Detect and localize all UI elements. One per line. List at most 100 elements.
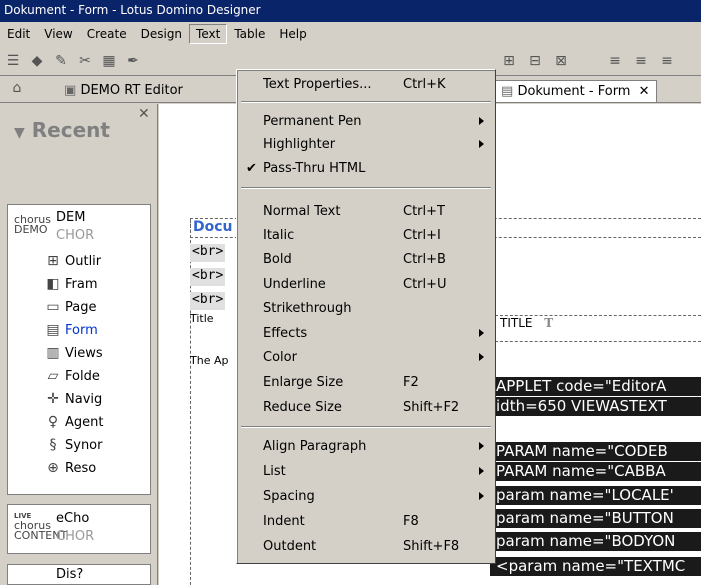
tab-dokument-form[interactable]: ▤ Dokument - Form ✕ xyxy=(494,80,657,102)
close-icon[interactable]: ✕ xyxy=(639,84,650,99)
menu-item-permanent-pen[interactable]: Permanent Pen xyxy=(237,111,495,133)
tab-label: DEMO RT Editor xyxy=(80,83,183,98)
form-icon: ▤ xyxy=(501,84,514,99)
expand-icon: ⊕ xyxy=(47,460,59,476)
page-icon: ▭ xyxy=(46,299,60,315)
menu-separator xyxy=(241,101,491,103)
submenu-arrow-icon xyxy=(479,117,484,125)
folder-icon: ▱ xyxy=(47,368,59,384)
sidebar-item-resources[interactable]: ⊕ Reso xyxy=(44,459,96,477)
pass-thru-line[interactable]: <br> xyxy=(190,268,226,286)
close-icon[interactable]: ✕ xyxy=(138,106,150,122)
menu-item-normal-text[interactable]: Normal Text Ctrl+T xyxy=(237,201,495,223)
code-line[interactable]: PARAM name="CODEB xyxy=(490,442,701,461)
menu-item-highlighter[interactable]: Highlighter xyxy=(237,134,495,156)
submenu-arrow-icon xyxy=(479,140,484,148)
synopsis-icon: § xyxy=(49,437,57,453)
tab-label: Dokument - Form xyxy=(517,84,631,99)
divider xyxy=(495,341,701,342)
menu-item-reduce-size[interactable]: Reduce Size Shift+F2 xyxy=(237,397,495,419)
text-field-icon: T xyxy=(544,316,554,330)
database-subtitle: CHOR xyxy=(56,529,95,544)
menu-item-underline[interactable]: Underline Ctrl+U xyxy=(237,274,495,296)
menu-item-enlarge-size[interactable]: Enlarge Size F2 xyxy=(237,372,495,394)
database-title[interactable]: eCho xyxy=(56,511,89,526)
code-line[interactable]: PARAM name="CABBA xyxy=(490,462,701,481)
menu-item-indent[interactable]: Indent F8 xyxy=(237,511,495,533)
menu-text[interactable]: Text xyxy=(189,24,228,44)
sidebar-item-outline[interactable]: ⊞ Outlir xyxy=(44,252,101,270)
sidebar-item-form[interactable]: ▤ Form xyxy=(44,321,97,339)
sidebar-item-page[interactable]: ▭ Page xyxy=(44,298,96,316)
code-line[interactable]: param name="BUTTON xyxy=(490,509,701,528)
applet-label: The Ap xyxy=(190,354,229,367)
tab-demo-rt-editor[interactable]: ▣ DEMO RT Editor xyxy=(58,80,189,102)
menu-separator xyxy=(241,426,491,428)
sidebar-item-folders[interactable]: ▱ Folde xyxy=(44,367,100,385)
image-icon[interactable]: ▦ xyxy=(100,53,118,69)
tools-icon[interactable]: ✂ xyxy=(76,53,94,69)
sidebar-item-navigators[interactable]: ✛ Navig xyxy=(44,390,102,408)
sidebar-item-synopsis[interactable]: § Synor xyxy=(44,436,103,454)
checkmark-icon: ✔ xyxy=(246,161,257,176)
menu-bar: Edit View Create Design Text Table Help xyxy=(0,22,701,46)
code-line[interactable]: <param name="TEXTMC xyxy=(490,557,701,576)
sidebar-item-agents[interactable]: ♀ Agent xyxy=(44,413,104,431)
outline-icon: ⊞ xyxy=(47,253,59,269)
menu-item-spacing[interactable]: Spacing xyxy=(237,486,495,508)
submenu-arrow-icon xyxy=(479,467,484,475)
database-icon: ▣ xyxy=(64,83,77,98)
window-title: Dokument - Form - Lotus Domino Designer xyxy=(4,3,261,17)
title-field[interactable]: TITLE T xyxy=(500,316,553,330)
menu-separator xyxy=(241,187,491,189)
insert-column-icon[interactable]: ⊟ xyxy=(526,53,544,69)
menu-item-effects[interactable]: Effects xyxy=(237,323,495,345)
sidebar-item-frameset[interactable]: ◧ Fram xyxy=(44,275,97,293)
menu-item-strikethrough[interactable]: Strikethrough xyxy=(237,298,495,320)
home-icon[interactable]: ⌂ xyxy=(8,80,26,96)
list-icon[interactable]: ☰ xyxy=(4,53,22,69)
sidebar-item-views[interactable]: ▥ Views xyxy=(44,344,102,362)
menu-view[interactable]: View xyxy=(37,24,79,44)
menu-create[interactable]: Create xyxy=(80,24,134,44)
recent-label: Recent xyxy=(31,118,110,142)
menu-item-outdent[interactable]: Outdent Shift+F8 xyxy=(237,536,495,558)
text-menu-dropdown: Text Properties... Ctrl+K Permanent Pen H… xyxy=(236,69,496,564)
align-left-icon[interactable]: ≡ xyxy=(606,53,624,69)
code-line[interactable]: param name="BODYON xyxy=(490,532,701,551)
pass-thru-line[interactable]: <br> xyxy=(190,244,226,262)
menu-edit[interactable]: Edit xyxy=(0,24,37,44)
menu-item-pass-thru-html[interactable]: ✔ Pass-Thru HTML xyxy=(237,158,495,180)
triangle-down-icon: ▼ xyxy=(14,125,25,141)
database-subtitle: CHOR xyxy=(56,228,95,243)
align-right-icon[interactable]: ≡ xyxy=(658,53,676,69)
menu-design[interactable]: Design xyxy=(134,24,189,44)
menu-item-text-properties[interactable]: Text Properties... Ctrl+K xyxy=(237,74,495,96)
form-icon: ▤ xyxy=(46,322,60,338)
menu-item-align-paragraph[interactable]: Align Paragraph xyxy=(237,436,495,458)
menu-item-bold[interactable]: Bold Ctrl+B xyxy=(237,249,495,271)
document-heading-text: Docu xyxy=(193,219,233,235)
recent-header[interactable]: ▼ Recent xyxy=(14,118,110,142)
menu-help[interactable]: Help xyxy=(272,24,313,44)
align-center-icon[interactable]: ≡ xyxy=(632,53,650,69)
code-line[interactable]: param name="LOCALE' xyxy=(490,486,701,505)
insert-row-icon[interactable]: ⊞ xyxy=(500,53,518,69)
code-line[interactable]: APPLET code="EditorA xyxy=(490,377,701,396)
menu-item-list[interactable]: List xyxy=(237,461,495,483)
insert-table-icon[interactable]: ⊠ xyxy=(552,53,570,69)
title-label: Title xyxy=(190,312,214,325)
database-title[interactable]: Dis? xyxy=(56,567,83,582)
pen-icon[interactable]: ✒ xyxy=(124,53,142,69)
database-title[interactable]: DEM xyxy=(56,210,85,225)
menu-item-color[interactable]: Color xyxy=(237,347,495,369)
code-line[interactable]: idth=650 VIEWASTEXT xyxy=(490,397,701,416)
menu-item-italic[interactable]: Italic Ctrl+I xyxy=(237,225,495,247)
menu-table[interactable]: Table xyxy=(227,24,272,44)
pass-thru-line[interactable]: <br> xyxy=(190,292,226,310)
edit-icon[interactable]: ✎ xyxy=(52,53,70,69)
gem-icon[interactable]: ◆ xyxy=(28,53,46,69)
submenu-arrow-icon xyxy=(479,442,484,450)
window-title-bar: Dokument - Form - Lotus Domino Designer xyxy=(0,0,701,22)
submenu-arrow-icon xyxy=(479,492,484,500)
